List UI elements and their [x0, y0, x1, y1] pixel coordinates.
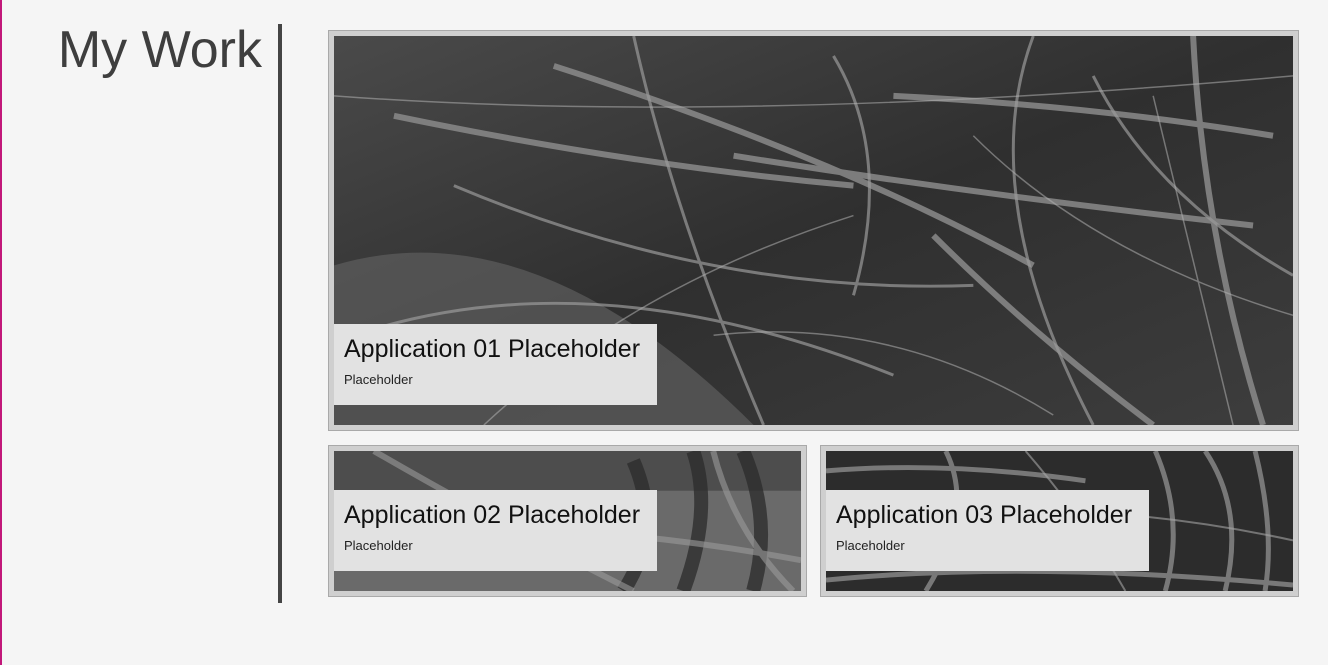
card-subtitle: Placeholder: [836, 537, 905, 553]
card-caption-1: Application 01 Placeholder Placeholder: [334, 324, 657, 405]
card-subtitle: Placeholder: [344, 537, 413, 553]
project-card-1[interactable]: Application 01 Placeholder Placeholder: [328, 30, 1299, 431]
card-subtitle: Placeholder: [344, 371, 413, 387]
card-title[interactable]: Application 02 Placeholder: [344, 501, 647, 530]
portfolio-page: My Work Application 01 Placeholder Place…: [0, 0, 1328, 665]
page-title: My Work: [57, 21, 262, 79]
project-card-2[interactable]: Application 02 Placeholder Placeholder: [328, 445, 807, 597]
card-caption-3: Application 03 Placeholder Placeholder: [826, 490, 1149, 571]
project-thumbnail-3: Application 03 Placeholder Placeholder: [826, 451, 1293, 591]
project-card-3[interactable]: Application 03 Placeholder Placeholder: [820, 445, 1299, 597]
project-thumbnail-2: Application 02 Placeholder Placeholder: [334, 451, 801, 591]
project-thumbnail-1: Application 01 Placeholder Placeholder: [334, 36, 1293, 425]
card-title[interactable]: Application 01 Placeholder: [344, 335, 647, 364]
vertical-divider: [278, 24, 282, 603]
card-caption-2: Application 02 Placeholder Placeholder: [334, 490, 657, 571]
card-title[interactable]: Application 03 Placeholder: [836, 501, 1139, 530]
